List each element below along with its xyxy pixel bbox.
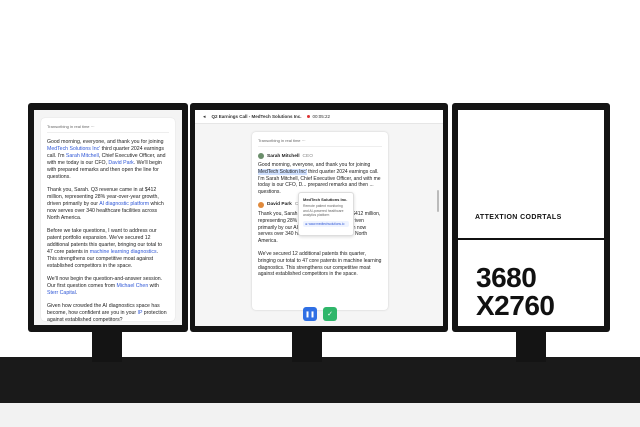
entity-link[interactable]: MedTech Solutions Inc' bbox=[47, 146, 100, 152]
center-screen: ◂ Q2 Earnings Call - MedTech Solutions I… bbox=[195, 110, 443, 326]
transcript-paragraph: We've secured 12 additional patents this… bbox=[258, 250, 382, 278]
pause-button[interactable]: ❚❚ bbox=[303, 307, 317, 321]
transcript-card: Transcribing in real time ··· Sarah Mitc… bbox=[252, 132, 388, 310]
transcript-text: . bbox=[75, 290, 78, 296]
popover-link[interactable]: ⊕ www.medtechsolutions.io bbox=[303, 220, 349, 227]
transcript-paragraph: Thank you, Sarah. Q3 revenue came in at … bbox=[47, 187, 169, 222]
desk bbox=[0, 357, 640, 403]
scrollbar[interactable] bbox=[437, 190, 439, 212]
confirm-button[interactable]: ✓ bbox=[323, 307, 337, 321]
recording-indicator: 00:05:22 bbox=[307, 114, 330, 119]
center-monitor: ◂ Q2 Earnings Call - MedTech Solutions I… bbox=[190, 103, 448, 332]
speaker-name: Sarah Mitchell bbox=[267, 153, 300, 159]
record-dot-icon bbox=[307, 115, 311, 118]
entity-highlight[interactable]: MedTech Solution Inc' bbox=[258, 168, 307, 175]
left-monitor-stand bbox=[92, 332, 122, 362]
call-timer: 00:05:22 bbox=[312, 114, 330, 119]
right-screen: ATTEXTION CODRTALS 3680 X2760 bbox=[458, 110, 604, 326]
left-monitor: Transcribing in real time ··· Good morni… bbox=[28, 103, 188, 332]
speaker-sarah: Sarah Mitchell CEO bbox=[258, 153, 382, 159]
call-topbar: ◂ Q2 Earnings Call - MedTech Solutions I… bbox=[195, 110, 443, 124]
check-icon: ✓ bbox=[327, 311, 333, 318]
transcript-text: with bbox=[148, 283, 159, 289]
transcript-text: Good morning, everyone, and thank you fo… bbox=[258, 162, 371, 168]
desk-shadow bbox=[0, 403, 640, 427]
transcript-card: Transcribing in real time ··· Good morni… bbox=[41, 118, 175, 324]
entity-link[interactable]: David Park bbox=[108, 160, 133, 166]
entity-link[interactable]: Sarah Mitchell bbox=[66, 153, 99, 159]
call-title: Q2 Earnings Call - MedTech Solutions Inc… bbox=[211, 114, 302, 119]
avatar bbox=[258, 153, 264, 159]
entity-link[interactable]: Sterr Capital bbox=[47, 290, 76, 296]
menu-icon[interactable]: ◂ bbox=[203, 114, 206, 120]
transcript-body: Good morning, everyone, and thank you fo… bbox=[47, 139, 169, 324]
transcript-text: Good morning, everyone, and thank you fo… bbox=[47, 139, 164, 145]
speaker-name: David Park bbox=[267, 202, 292, 208]
popover-description: Remote patient monitoring and AI-powered… bbox=[303, 204, 344, 217]
resolution-line-1: 3680 bbox=[476, 262, 537, 293]
pause-icon: ❚❚ bbox=[304, 311, 316, 318]
entity-popover: MedTech Solutions Inc. Remote patient mo… bbox=[298, 192, 354, 236]
resolution-line-2: X2760 bbox=[476, 290, 555, 321]
right-monitor: ATTEXTION CODRTALS 3680 X2760 bbox=[452, 103, 610, 332]
speaker-role: CEO bbox=[302, 153, 313, 159]
transcribing-status: Transcribing in real time ··· bbox=[258, 138, 382, 147]
transcript-paragraph: Good morning, everyone, and thank you fo… bbox=[258, 162, 382, 196]
entity-link[interactable]: AI diagnostic platform bbox=[99, 201, 149, 207]
right-monitor-stand bbox=[516, 332, 546, 362]
left-screen: Transcribing in real time ··· Good morni… bbox=[34, 110, 182, 325]
transcript-paragraph: Given how crowded the AI diagnostics spa… bbox=[47, 303, 169, 324]
popover-title: MedTech Solutions Inc. bbox=[303, 197, 348, 202]
avatar bbox=[258, 201, 264, 208]
transcript-paragraph: We'll now begin the question-and-answer … bbox=[47, 276, 169, 297]
popover-link-text: www.medtechsolutions.io bbox=[308, 221, 345, 226]
divider bbox=[458, 238, 604, 240]
center-monitor-stand bbox=[292, 332, 322, 362]
entity-link[interactable]: Michael Chen bbox=[116, 283, 148, 289]
transcript-paragraph: Before we take questions, I want to addr… bbox=[47, 228, 169, 270]
resolution-text: 3680 X2760 bbox=[476, 262, 555, 321]
transcript-paragraph: Good morning, everyone, and thank you fo… bbox=[47, 139, 169, 181]
transcribing-status: Transcribing in real time ··· bbox=[47, 124, 169, 133]
entity-link[interactable]: machine learning diagnostics bbox=[90, 249, 157, 255]
attention-label: ATTEXTION CODRTALS bbox=[475, 214, 562, 221]
